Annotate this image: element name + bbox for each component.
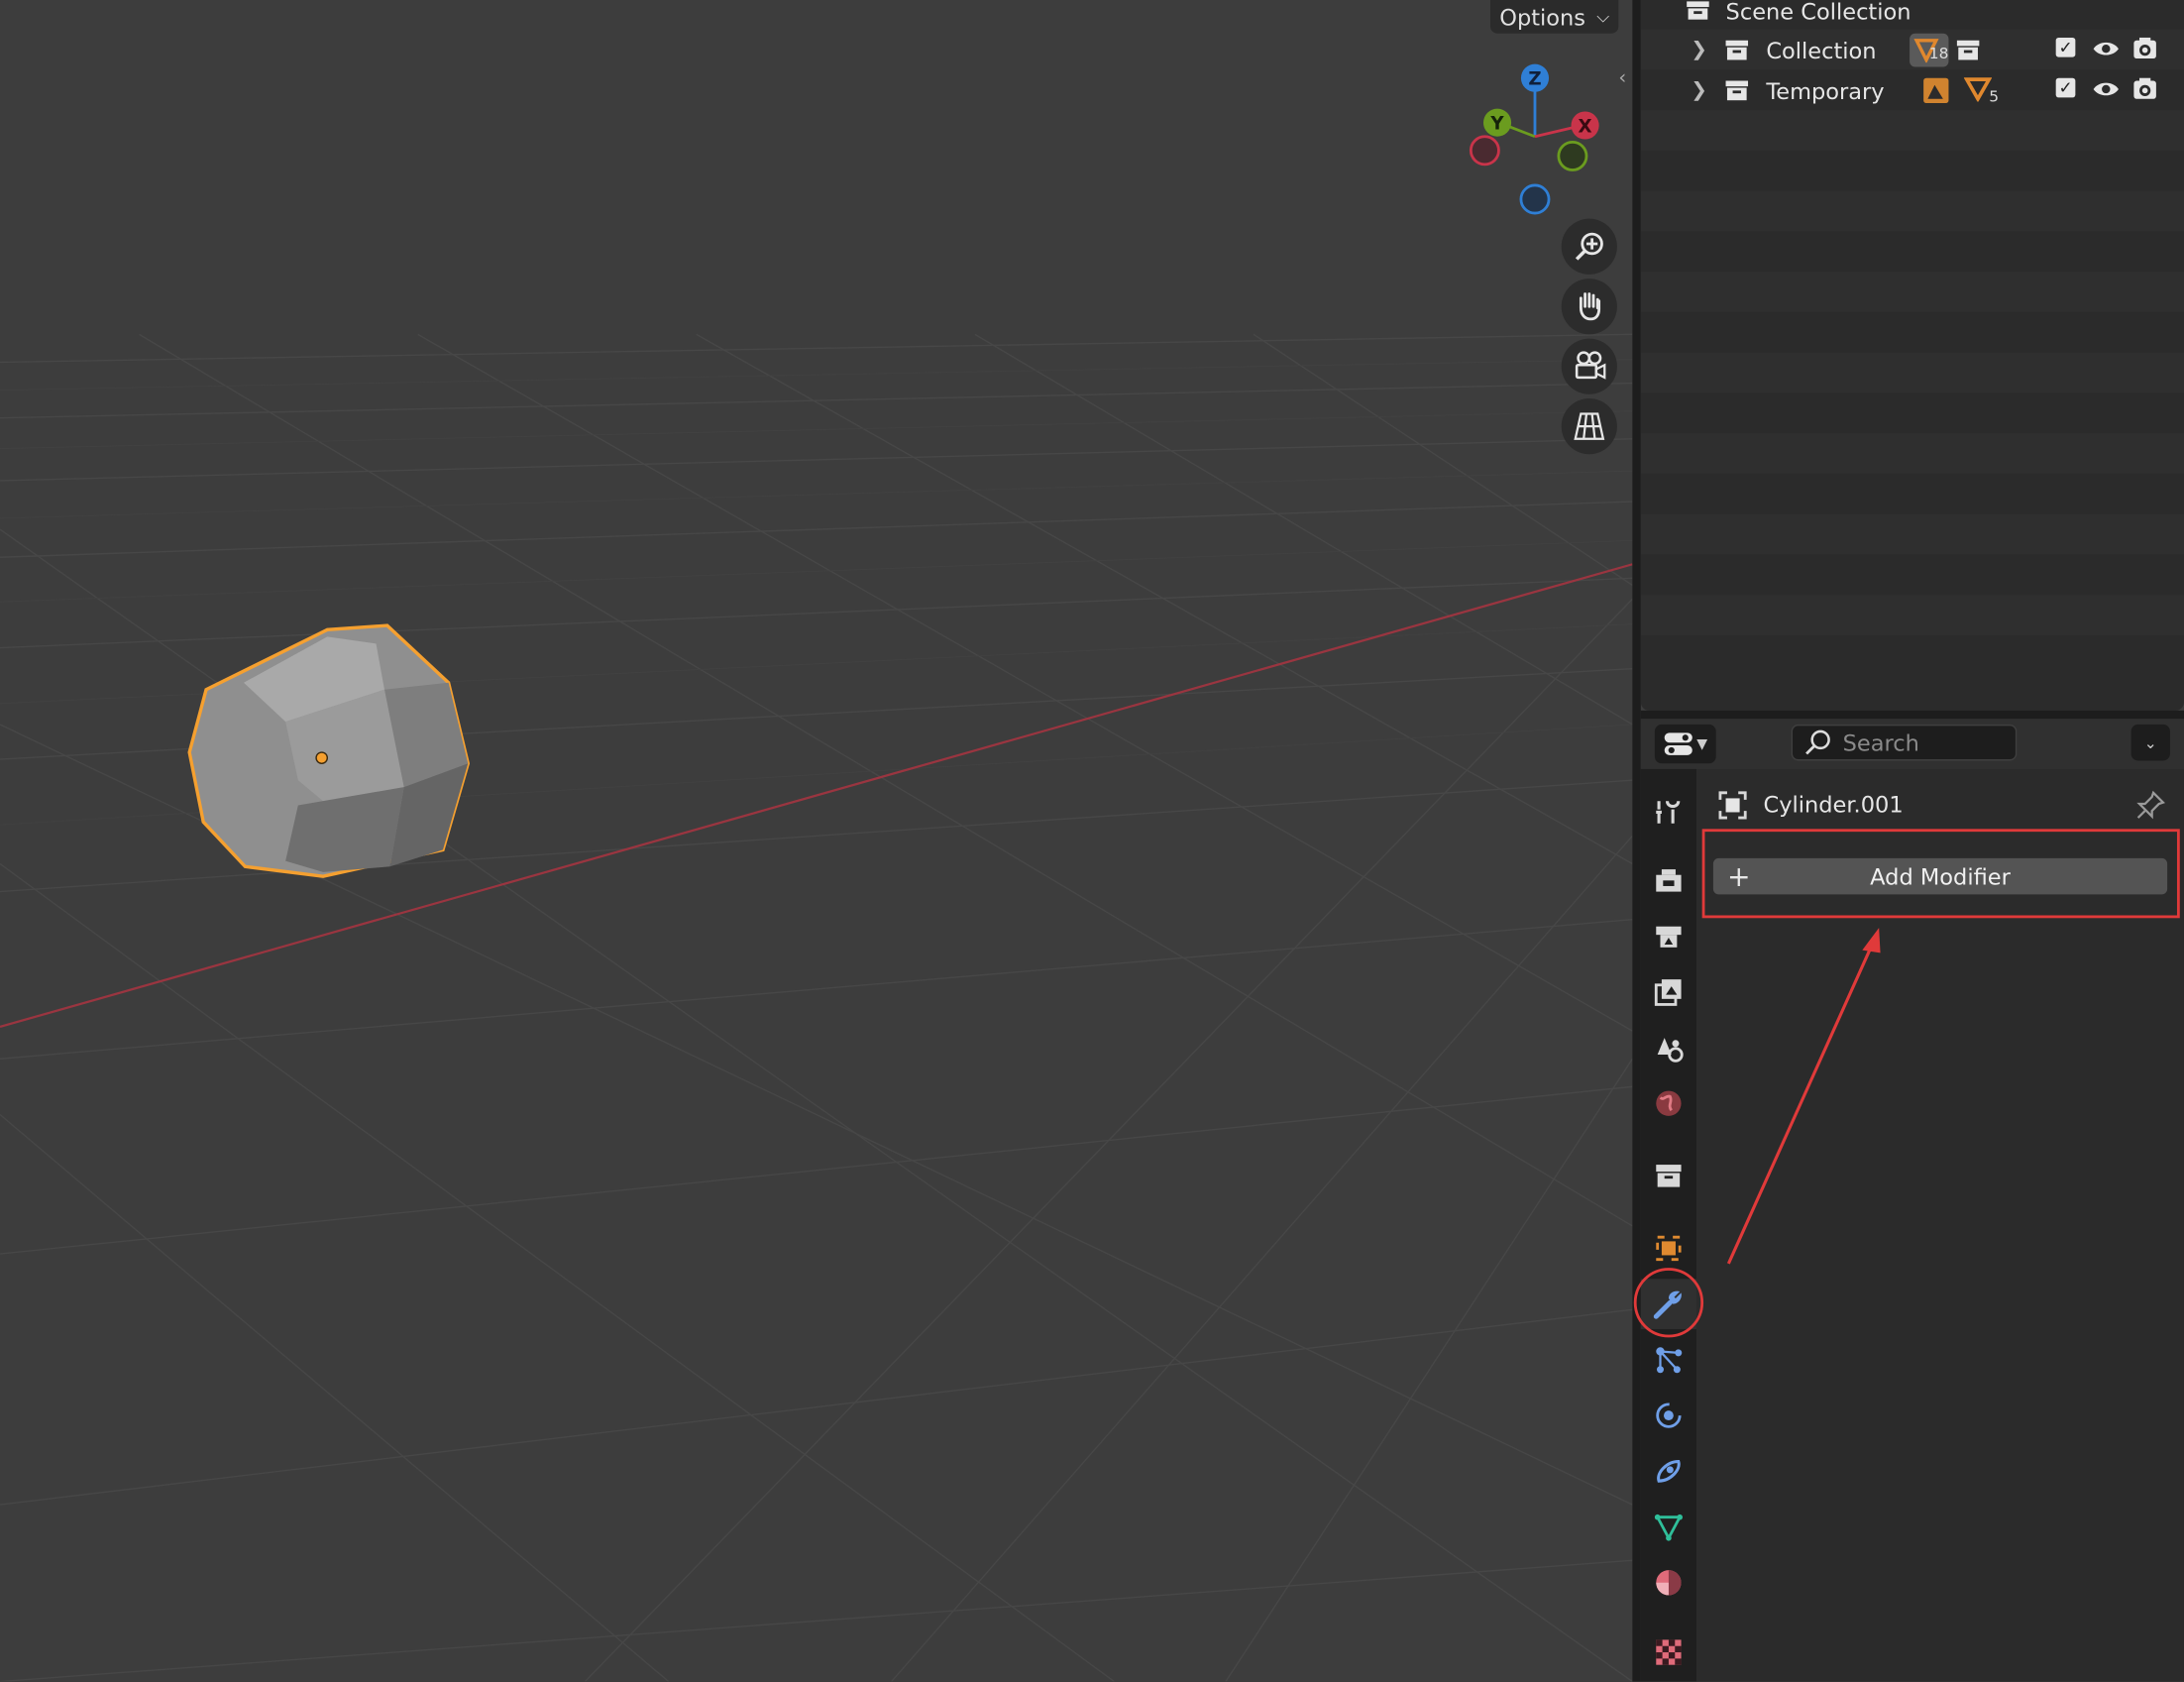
material-tab[interactable]	[1641, 1557, 1696, 1608]
mesh-count-label: 5	[1989, 87, 2000, 106]
chevron-down-icon: ⌄	[2143, 733, 2157, 752]
camera-icon	[1575, 351, 1606, 380]
chevron-down-icon: ▼	[1696, 735, 1708, 752]
collection-box-icon	[1725, 40, 1749, 60]
render-icon	[1656, 869, 1682, 892]
object-origin-dot	[315, 751, 329, 764]
object-icon	[1718, 791, 1747, 820]
physics-orbit-icon	[1656, 1402, 1682, 1428]
data-tab[interactable]	[1641, 1502, 1696, 1552]
collection-tab[interactable]	[1641, 1151, 1696, 1201]
properties-header: ▼ Search ⌄	[1640, 719, 2184, 769]
svg-text:X: X	[1579, 117, 1592, 138]
outliner-scene-collection-row[interactable]: Scene Collection	[1641, 0, 2184, 31]
properties-tab-bar	[1640, 768, 1697, 1682]
exclude-checkbox[interactable]: ✓	[2055, 37, 2076, 57]
editor-type-dropdown[interactable]: ▼	[1654, 724, 1716, 764]
mesh-count-label: 18	[1928, 44, 1949, 63]
particles-tab[interactable]	[1641, 1335, 1696, 1386]
area-divider[interactable]	[1632, 0, 1641, 1682]
outliner-row-temporary[interactable]: ❯ Temporary 5 ✓	[1641, 71, 2184, 110]
eye-icon[interactable]	[2092, 79, 2120, 99]
texture-tab[interactable]	[1641, 1627, 1696, 1678]
constraints-tab[interactable]	[1641, 1446, 1696, 1497]
view-layer-tab[interactable]	[1641, 966, 1696, 1017]
gizmo-neg-z-handle[interactable]	[1519, 183, 1551, 215]
world-tab[interactable]	[1641, 1078, 1696, 1129]
search-placeholder: Search	[1842, 729, 1919, 756]
view-layer-icon	[1654, 979, 1682, 1006]
blender-window: Options ⌵ Z Y X ‹ Scene Collection ❯ Col…	[0, 0, 2184, 1682]
pin-icon[interactable]	[2135, 790, 2166, 821]
collection-box-icon	[1656, 1165, 1682, 1187]
world-globe-icon	[1656, 1090, 1682, 1116]
gizmo-neg-y-handle[interactable]	[1557, 140, 1588, 171]
collection-box-icon	[1687, 1, 1709, 20]
perspective-toggle-button[interactable]	[1561, 398, 1617, 455]
svg-text:Y: Y	[1489, 114, 1504, 135]
hand-icon	[1579, 292, 1601, 321]
render-tab[interactable]	[1641, 855, 1696, 906]
options-label: Options	[1499, 3, 1586, 31]
area-divider-horizontal[interactable]	[1640, 710, 2184, 720]
collection-box-icon	[1725, 80, 1749, 101]
highlight-box-annotation	[1701, 829, 2180, 919]
camera-view-button[interactable]	[1561, 338, 1617, 394]
mesh-count-badge[interactable]: 18	[1910, 33, 1949, 67]
outliner-row-collection[interactable]: ❯ Collection 18 ✓	[1641, 31, 2184, 69]
highlight-circle-annotation	[1633, 1268, 1704, 1338]
properties-search-input[interactable]: Search	[1791, 724, 2018, 761]
mesh-data-icon	[1654, 1514, 1683, 1541]
gizmo-neg-x-handle[interactable]	[1469, 135, 1500, 167]
zoom-button[interactable]	[1561, 218, 1617, 275]
viewport-grid	[0, 333, 1633, 1682]
zoom-magnifier-icon	[1575, 232, 1603, 261]
object-data-icon[interactable]	[1920, 75, 1951, 106]
texture-checker-icon	[1656, 1639, 1682, 1665]
render-camera-icon[interactable]	[2132, 37, 2157, 60]
options-dropdown[interactable]: Options ⌵	[1490, 0, 1619, 34]
exclude-checkbox[interactable]: ✓	[2055, 77, 2076, 98]
svg-text:Z: Z	[1528, 69, 1541, 90]
pan-button[interactable]	[1561, 279, 1617, 335]
tool-tab[interactable]	[1641, 786, 1696, 837]
object-tab[interactable]	[1641, 1223, 1696, 1274]
sidebar-collapse-arrow-icon[interactable]: ‹	[1618, 66, 1632, 97]
tool-icon	[1656, 800, 1681, 824]
collection-label: Collection	[1766, 37, 1877, 63]
3d-viewport[interactable]: Options ⌵ Z Y X ‹	[0, 0, 1633, 1682]
collection-box-icon	[1956, 40, 1980, 60]
particles-icon	[1656, 1347, 1683, 1374]
object-icon	[1656, 1235, 1682, 1262]
render-camera-icon[interactable]	[2132, 76, 2157, 100]
options-chevron-button[interactable]: ⌄	[2130, 724, 2170, 761]
mesh-triangle-icon[interactable]	[1963, 76, 1993, 102]
chevron-down-icon: ⌵	[1596, 6, 1610, 27]
scene-collection-label: Scene Collection	[1725, 0, 1911, 25]
eye-icon[interactable]	[2092, 39, 2120, 58]
search-icon	[1805, 729, 1830, 755]
temporary-label: Temporary	[1766, 77, 1885, 104]
navigation-gizmo[interactable]: Z Y X	[1460, 56, 1613, 223]
expand-chevron-icon[interactable]: ❯	[1691, 79, 1706, 101]
selected-rock-object[interactable]	[187, 623, 471, 878]
scene-tab[interactable]	[1641, 1023, 1696, 1073]
material-sphere-icon	[1656, 1570, 1682, 1596]
output-printer-icon	[1656, 926, 1682, 948]
scene-icon	[1657, 1038, 1684, 1063]
object-name-label: Cylinder.001	[1763, 791, 1904, 819]
perspective-grid-icon	[1574, 412, 1605, 440]
output-tab[interactable]	[1641, 911, 1696, 961]
constraint-icon	[1657, 1459, 1681, 1483]
properties-editor-icon	[1664, 732, 1693, 755]
physics-tab[interactable]	[1641, 1391, 1696, 1441]
expand-chevron-icon[interactable]: ❯	[1691, 39, 1706, 60]
outliner-panel[interactable]: Scene Collection ❯ Collection 18 ✓ ❯ Tem…	[1640, 0, 2184, 711]
